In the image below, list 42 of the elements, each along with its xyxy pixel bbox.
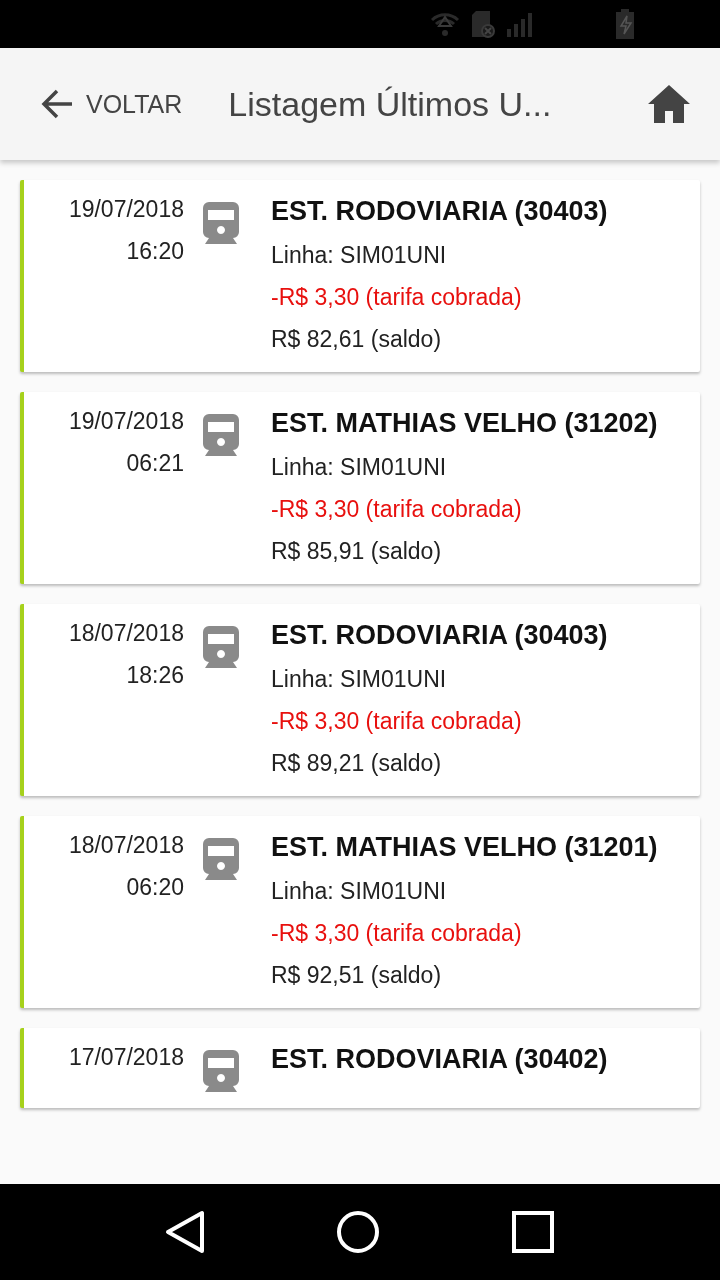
sd-card-icon [470,9,496,39]
balance: R$ 85,91 (saldo) [271,537,443,566]
back-button[interactable]: VOLTAR [40,88,183,120]
home-nav-icon[interactable] [336,1210,380,1254]
line-code: Linha: SIM01UNI [271,665,448,694]
battery-icon [616,9,634,39]
trip-date: 17/07/2018 [68,1043,184,1072]
home-button[interactable] [648,85,690,123]
station-name: EST. MATHIAS VELHO (31202) [271,407,659,440]
balance: R$ 92,51 (saldo) [271,961,443,990]
line-code: Linha: SIM01UNI [271,453,448,482]
trip-date: 18/07/2018 [68,831,184,860]
trip-time: 16:20 [126,237,184,266]
back-arrow-icon [40,88,74,120]
trip-time: 06:20 [126,873,184,902]
train-icon [203,414,239,456]
trip-time: 18:26 [126,661,184,690]
station-name: EST. MATHIAS VELHO (31201) [271,831,659,864]
wifi-icon [430,11,460,37]
balance: R$ 82,61 (saldo) [271,325,443,354]
station-name: EST. RODOVIARIA (30403) [271,619,609,652]
line-code: Linha: SIM01UNI [271,241,448,270]
page-title: Listagem Últimos U... [228,84,553,124]
train-icon [203,626,239,668]
trip-date: 18/07/2018 [68,619,184,648]
station-name: EST. RODOVIARIA (30403) [271,195,609,228]
train-icon [203,838,239,880]
trip-date: 19/07/2018 [68,195,184,224]
recents-nav-icon[interactable] [510,1210,555,1254]
fare-charged: -R$ 3,30 (tarifa cobrada) [271,707,523,736]
line-code: Linha: SIM01UNI [271,877,448,906]
back-nav-icon[interactable] [165,1210,206,1254]
train-icon [203,202,239,244]
balance: R$ 89,21 (saldo) [271,749,443,778]
fare-charged: -R$ 3,30 (tarifa cobrada) [271,283,523,312]
station-name: EST. RODOVIARIA (30402) [271,1043,609,1076]
home-icon [648,85,690,123]
fare-charged: -R$ 3,30 (tarifa cobrada) [271,495,523,524]
train-icon [203,1050,239,1092]
fare-charged: -R$ 3,30 (tarifa cobrada) [271,919,523,948]
trip-date: 19/07/2018 [68,407,184,436]
trip-time: 06:21 [126,449,184,478]
